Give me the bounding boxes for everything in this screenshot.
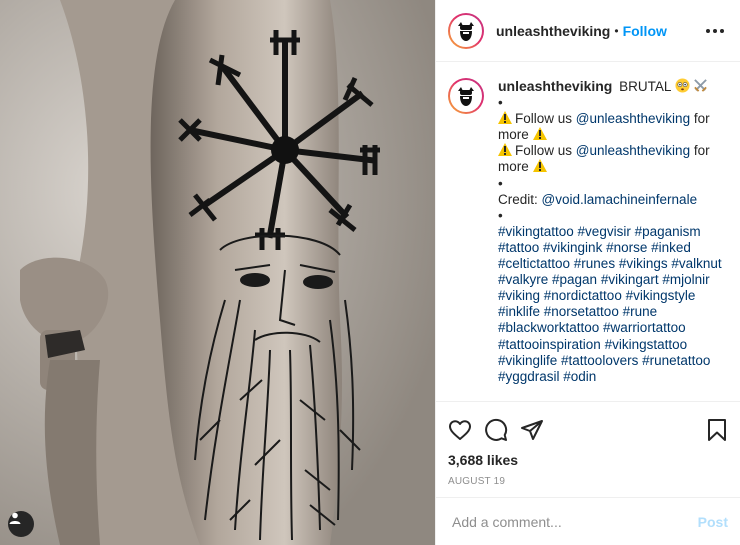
warning-icon	[498, 143, 512, 157]
warning-icon	[532, 159, 547, 173]
post-header: unleashtheviking • Follow	[436, 0, 740, 62]
heart-icon[interactable]	[448, 412, 484, 448]
instagram-post: unleashtheviking • Follow unleashtheviki…	[0, 0, 740, 545]
comment-icon[interactable]	[484, 412, 520, 448]
caption-follow-line-1: Follow us @unleashtheviking for more	[498, 111, 710, 143]
header-separator: •	[614, 23, 619, 38]
caption-follow-line-2: Follow us @unleashtheviking for more	[498, 143, 710, 175]
like-count[interactable]: 3,688 likes	[448, 452, 728, 468]
author-username[interactable]: unleashtheviking	[496, 23, 610, 39]
caption-area: unleashtheviking BRUTAL • Follow us @unl…	[436, 62, 740, 401]
mention-link[interactable]: @unleashtheviking	[576, 143, 690, 158]
post-date[interactable]: AUGUST 19	[448, 476, 728, 487]
warning-icon	[498, 111, 512, 125]
post-sidebar: unleashtheviking • Follow unleashtheviki…	[435, 0, 740, 545]
comment-form: Post	[436, 497, 740, 545]
mention-link[interactable]: @unleashtheviking	[576, 111, 690, 126]
post-caption: unleashtheviking BRUTAL • Follow us @unl…	[498, 78, 728, 401]
flushed-face-icon	[675, 78, 690, 93]
caption-author-avatar[interactable]	[448, 78, 484, 114]
more-options-icon[interactable]	[702, 23, 728, 39]
caption-username[interactable]: unleashtheviking	[498, 78, 612, 94]
hashtag-list[interactable]: #vikingtattoo #vegvisir #paganism #tatto…	[498, 224, 728, 385]
caption-bullet: •	[498, 95, 503, 111]
warning-icon	[532, 127, 547, 141]
caption-bullet: •	[498, 207, 503, 223]
caption-bullet: •	[498, 175, 503, 191]
follow-button[interactable]: Follow	[623, 23, 667, 39]
credit-mention-link[interactable]: @void.lamachineinfernale	[542, 192, 698, 207]
caption-credit-line: Credit: @void.lamachineinfernale	[498, 191, 698, 207]
viking-logo-icon	[458, 87, 474, 106]
caption-text: BRUTAL	[619, 79, 671, 94]
viking-logo-icon	[458, 21, 474, 41]
comment-input[interactable]	[452, 513, 698, 530]
share-icon[interactable]	[520, 412, 556, 448]
user-tag-icon[interactable]	[8, 511, 34, 537]
bookmark-icon[interactable]	[692, 412, 728, 448]
post-photo[interactable]	[0, 0, 435, 545]
tattoo-arm-image	[0, 0, 435, 545]
crossed-swords-icon	[694, 79, 708, 92]
author-avatar[interactable]	[448, 12, 484, 49]
post-comment-button[interactable]: Post	[698, 514, 728, 530]
caption-first-line: unleashtheviking BRUTAL	[498, 78, 728, 95]
action-bar: 3,688 likes AUGUST 19	[436, 401, 740, 497]
